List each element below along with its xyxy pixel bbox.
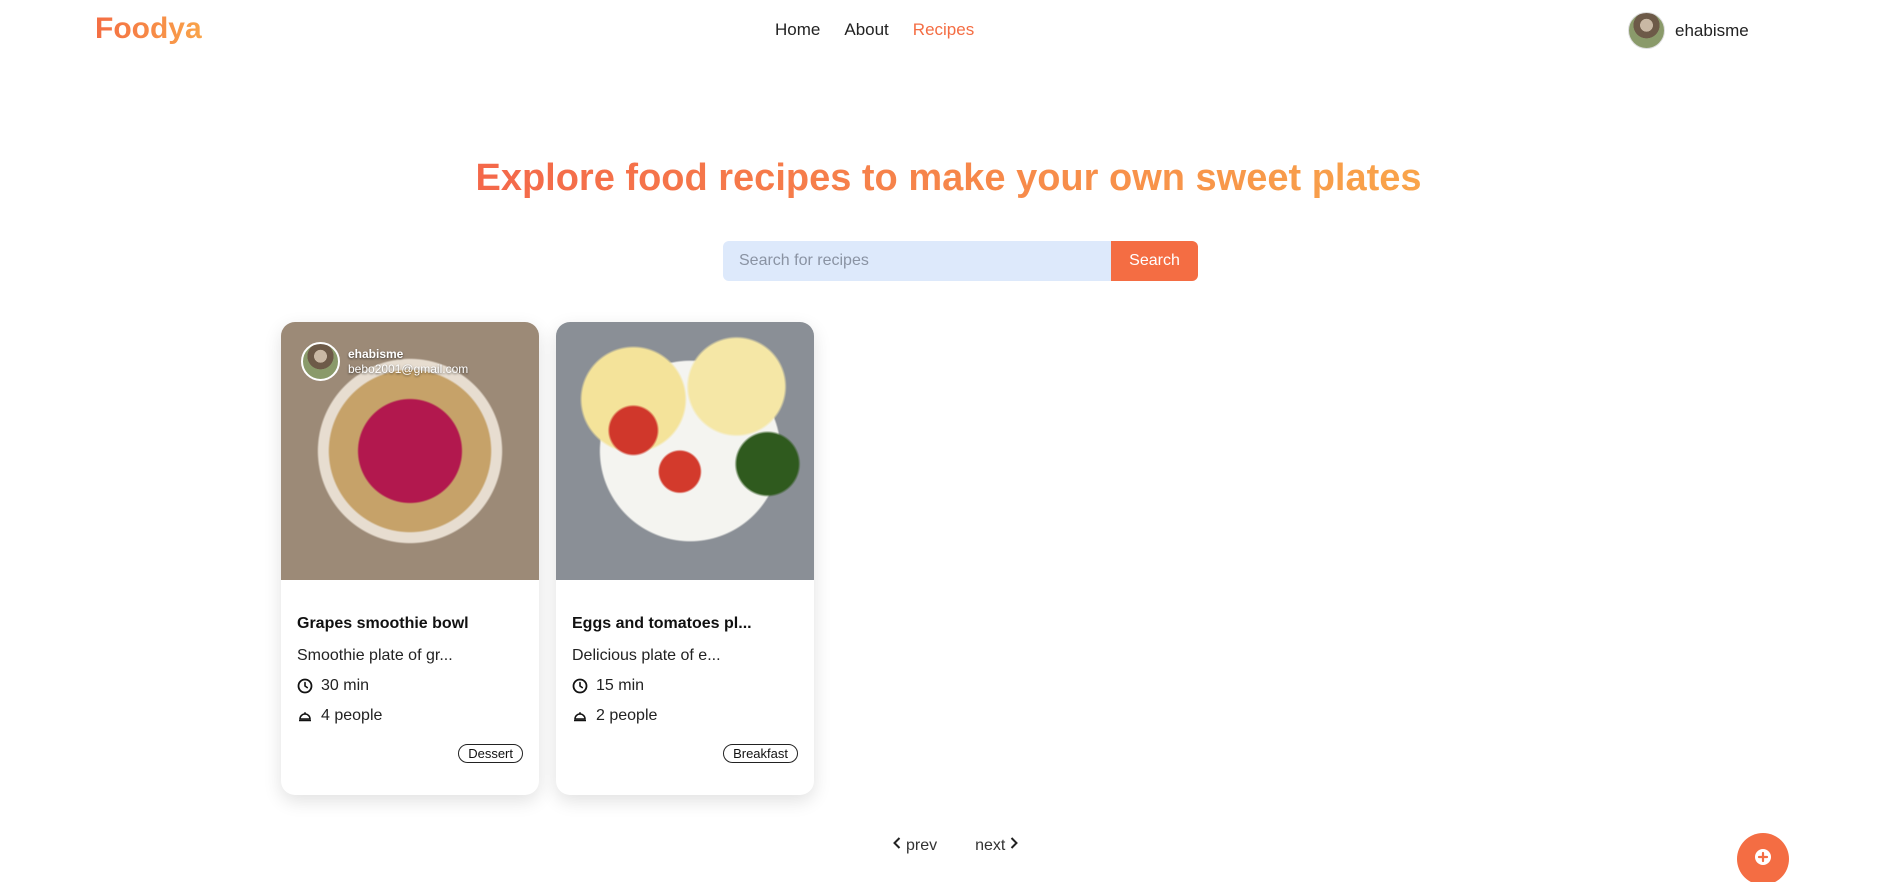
- user-avatar[interactable]: [1628, 12, 1665, 49]
- search-button[interactable]: Search: [1111, 241, 1198, 281]
- recipe-serves-value: 4 people: [321, 707, 383, 724]
- recipe-description: Delicious plate of e...: [572, 647, 721, 664]
- search-input[interactable]: [723, 241, 1111, 281]
- page-title-text: Explore food recipes to make your own sw…: [475, 157, 1422, 199]
- recipe-serves: 4 people: [297, 707, 523, 725]
- recipe-description: Smoothie plate of gr...: [297, 647, 453, 664]
- clock-icon: [572, 678, 588, 694]
- user-name[interactable]: ehabisme: [1675, 21, 1749, 41]
- top-navbar: Foodya Home About Recipes ehabisme: [0, 0, 1897, 60]
- recipe-title[interactable]: Eggs and tomatoes pl...: [572, 615, 798, 633]
- author-info: ehabisme bebo2001@gmail.com: [348, 347, 468, 377]
- search-bar: Search: [723, 241, 1198, 281]
- prev-page-label: prev: [906, 836, 938, 854]
- recipe-card[interactable]: ehabisme bebo2001@gmail.com Grapes smoot…: [281, 322, 539, 795]
- pagination: prev next: [892, 836, 1019, 855]
- author-avatar: [301, 342, 340, 381]
- chevron-right-icon: [1009, 836, 1019, 855]
- recipe-time: 15 min: [572, 677, 798, 695]
- prev-page-button[interactable]: prev: [892, 836, 937, 855]
- clock-icon: [297, 678, 313, 694]
- nav-link-home[interactable]: Home: [775, 20, 820, 40]
- recipe-author: ehabisme bebo2001@gmail.com: [301, 342, 468, 381]
- recipe-title[interactable]: Grapes smoothie bowl: [297, 615, 523, 633]
- recipe-category-badge[interactable]: Breakfast: [723, 744, 798, 763]
- dish-cover-icon: [572, 708, 588, 724]
- next-page-button[interactable]: next: [975, 836, 1019, 855]
- recipe-serves: 2 people: [572, 707, 798, 725]
- dish-cover-icon: [297, 708, 313, 724]
- author-email: bebo2001@gmail.com: [348, 361, 469, 376]
- recipe-category-badge[interactable]: Dessert: [458, 744, 523, 763]
- recipe-time: 30 min: [297, 677, 523, 695]
- user-menu[interactable]: ehabisme: [1628, 12, 1749, 49]
- chevron-left-icon: [892, 836, 902, 855]
- recipe-card[interactable]: Eggs and tomatoes pl... Delicious plate …: [556, 322, 814, 795]
- nav-link-recipes[interactable]: Recipes: [913, 20, 974, 40]
- recipe-body: Eggs and tomatoes pl... Delicious plate …: [556, 615, 814, 725]
- recipe-body: Grapes smoothie bowl Smoothie plate of g…: [281, 615, 539, 725]
- page-title: Explore food recipes to make your own sw…: [0, 157, 1897, 200]
- recipe-time-value: 30 min: [321, 677, 370, 694]
- next-page-label: next: [975, 836, 1006, 854]
- recipe-time-value: 15 min: [596, 677, 645, 694]
- brand-logo[interactable]: Foodya: [95, 12, 202, 46]
- recipe-image[interactable]: ehabisme bebo2001@gmail.com: [281, 322, 539, 580]
- recipe-image[interactable]: [556, 322, 814, 580]
- author-name: ehabisme: [348, 346, 404, 361]
- nav-link-about[interactable]: About: [844, 20, 888, 40]
- plus-circle-icon: [1754, 848, 1772, 871]
- add-recipe-button[interactable]: [1737, 833, 1789, 882]
- nav-links: Home About Recipes: [775, 20, 974, 40]
- recipe-serves-value: 2 people: [596, 707, 658, 724]
